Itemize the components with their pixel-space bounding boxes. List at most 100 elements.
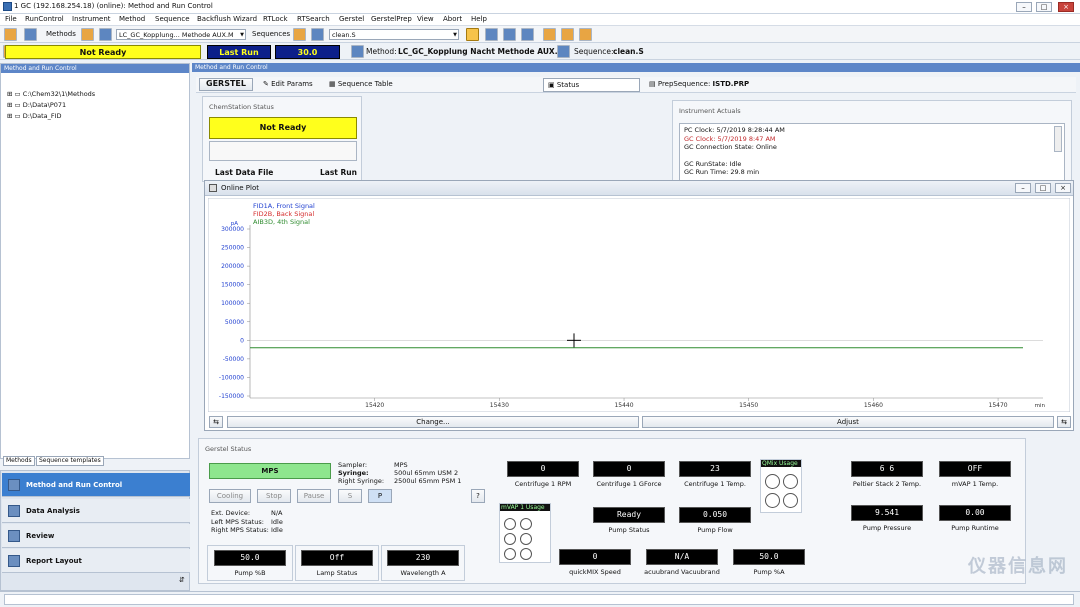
tab-sequence-templates[interactable]: Sequence templates bbox=[36, 456, 104, 466]
menu-runcontrol[interactable]: RunControl bbox=[25, 15, 64, 23]
menu-backflush-wizard[interactable]: Backflush Wizard bbox=[197, 15, 257, 23]
right-mps-label: Right MPS Status: bbox=[211, 526, 269, 534]
scroll-left-button[interactable]: ⇆ bbox=[209, 416, 223, 428]
sequence-table-button[interactable]: ▦ Sequence Table bbox=[329, 80, 393, 88]
menu-gerstel[interactable]: Gerstel bbox=[339, 15, 364, 23]
open-sequence-icon[interactable] bbox=[293, 28, 306, 41]
cooling-button[interactable]: Cooling bbox=[209, 489, 251, 503]
chevron-down-icon: ▼ bbox=[240, 32, 244, 38]
navigation-pane: Method and Run Control ⊞ ▭ C:\Chem32\1\M… bbox=[0, 63, 190, 459]
plot-maximize-button[interactable]: □ bbox=[1035, 183, 1051, 193]
gauge-wavelength: 230 Wavelength A bbox=[381, 545, 465, 581]
open-method-icon[interactable] bbox=[81, 28, 94, 41]
instrument-icon[interactable] bbox=[4, 28, 17, 41]
menu-abort[interactable]: Abort bbox=[443, 15, 462, 23]
report-icon[interactable] bbox=[543, 28, 556, 41]
qmix-usage-label: QMix Usage bbox=[761, 460, 801, 467]
expand-icon[interactable]: ⇵ bbox=[179, 576, 185, 584]
menu-gerstelprep[interactable]: GerstelPrep bbox=[371, 15, 412, 23]
status-tab[interactable]: ▣ Status bbox=[543, 78, 640, 92]
maximize-button[interactable]: □ bbox=[1036, 2, 1052, 12]
toolbar: Methods LC_GC_Kopplung... Methode AUX.M ▼… bbox=[0, 26, 1080, 43]
left-mps-value: Idle bbox=[271, 517, 283, 526]
menu-help[interactable]: Help bbox=[471, 15, 487, 23]
save-method-icon[interactable] bbox=[99, 28, 112, 41]
mps-status: MPS bbox=[209, 463, 331, 479]
prep-sequence: ▤ PrepSequence: ISTD.PRP bbox=[649, 80, 750, 88]
y-tick-label: 250000 bbox=[221, 245, 244, 252]
plot-area[interactable]: FID1A, Front Signal FID2B, Back Signal A… bbox=[208, 198, 1070, 412]
ext-device-label: Ext. Device: bbox=[211, 509, 251, 517]
review-icon bbox=[8, 530, 20, 542]
minimize-button[interactable]: – bbox=[1016, 2, 1032, 12]
gerstel-button[interactable]: GERSTEL bbox=[199, 78, 253, 91]
menu-rtsearch[interactable]: RTSearch bbox=[297, 15, 330, 23]
scroll-right-button[interactable]: ⇆ bbox=[1057, 416, 1071, 428]
nav-data-analysis[interactable]: Data Analysis bbox=[2, 499, 190, 523]
help-button[interactable]: ? bbox=[471, 489, 485, 503]
device-labels: Ext. Device: Left MPS Status: Right MPS … bbox=[211, 509, 269, 535]
y-tick-label: -150000 bbox=[219, 393, 244, 400]
gauge-label: Pump Runtime bbox=[951, 524, 999, 532]
gc-run-time: GC Run Time: 29.8 min bbox=[684, 168, 760, 176]
nav-method-and-run-control[interactable]: Method and Run Control bbox=[2, 473, 190, 497]
mps-info: Sampler: Syringe: Right Syringe: bbox=[338, 461, 384, 485]
adjust-button[interactable]: Adjust bbox=[642, 416, 1054, 428]
help-icon[interactable] bbox=[579, 28, 592, 41]
last-run-label: Last Run bbox=[207, 45, 271, 59]
p-button[interactable]: P bbox=[368, 489, 392, 503]
legend-aib3d: AIB3D, 4th Signal bbox=[253, 218, 310, 226]
nav-report-layout[interactable]: Report Layout bbox=[2, 549, 190, 573]
syringe-value: 500ul 65mm USM 2 bbox=[394, 469, 459, 477]
x-tick-label: 15460 bbox=[864, 402, 883, 409]
legend-fid2b: FID2B, Back Signal bbox=[253, 210, 314, 218]
save-sequence-icon[interactable] bbox=[311, 28, 324, 41]
s-button[interactable]: S bbox=[338, 489, 362, 503]
pc-clock: PC Clock: 5/7/2019 8:28:44 AM bbox=[684, 126, 785, 134]
tree-item-data-p071[interactable]: ⊞ ▭ D:\Data\P071 bbox=[7, 101, 66, 109]
x-tick-label: 15470 bbox=[989, 402, 1008, 409]
change-button[interactable]: Change... bbox=[227, 416, 639, 428]
right-mps-value: Idle bbox=[271, 526, 283, 534]
print-icon[interactable] bbox=[561, 28, 574, 41]
methods-label: Methods bbox=[46, 30, 76, 38]
plot-minimize-button[interactable]: – bbox=[1015, 183, 1031, 193]
sequence-select[interactable]: clean.S ▼ bbox=[329, 29, 459, 40]
menu-sequence[interactable]: Sequence bbox=[155, 15, 190, 23]
online-plot-window: Online Plot – □ × FID1A, Front Signal FI… bbox=[204, 180, 1074, 431]
close-button[interactable]: × bbox=[1058, 2, 1074, 12]
plot-close-button[interactable]: × bbox=[1055, 183, 1071, 193]
pause-button[interactable]: Pause bbox=[297, 489, 331, 503]
tree-item-data-fid[interactable]: ⊞ ▭ D:\Data_FID bbox=[7, 112, 62, 120]
panel-icon[interactable] bbox=[24, 28, 37, 41]
navigation-buttons: Method and Run Control Data Analysis Rev… bbox=[0, 470, 190, 591]
ext-device-value: N/A bbox=[271, 509, 283, 517]
run-method-icon[interactable] bbox=[466, 28, 479, 41]
gauge-value: 0 bbox=[507, 461, 579, 477]
menu-rtlock[interactable]: RTLock bbox=[263, 15, 288, 23]
usage-slot bbox=[520, 548, 532, 560]
status-row: Not Ready Last Run 30.0 Method: LC_GC_Ko… bbox=[0, 43, 1080, 60]
stop-button[interactable]: Stop bbox=[257, 489, 291, 503]
nav-review[interactable]: Review bbox=[2, 524, 190, 548]
chemstation-status-panel: ChemStation Status Not Ready Last Data F… bbox=[202, 96, 362, 182]
chemstation-status: Not Ready bbox=[209, 117, 357, 139]
scrollbar[interactable] bbox=[1054, 126, 1062, 152]
tab-methods[interactable]: Methods bbox=[3, 456, 35, 466]
usage-slot bbox=[783, 493, 798, 508]
view-icon[interactable] bbox=[503, 28, 516, 41]
edit-params-button[interactable]: ✎ Edit Params bbox=[263, 80, 313, 88]
gauge-value: 0.050 bbox=[679, 507, 751, 523]
gauge-label: Pump Status bbox=[608, 526, 650, 534]
method-select[interactable]: LC_GC_Kopplung... Methode AUX.M ▼ bbox=[116, 29, 246, 40]
menu-view[interactable]: View bbox=[417, 15, 434, 23]
tree-item-methods[interactable]: ⊞ ▭ C:\Chem32\1\Methods bbox=[7, 90, 95, 98]
pane-title: Method and Run Control bbox=[1, 64, 189, 73]
gauge-value: 9.541 bbox=[851, 505, 923, 521]
menu-instrument[interactable]: Instrument bbox=[72, 15, 111, 23]
layout-icon[interactable] bbox=[521, 28, 534, 41]
start-sequence-icon[interactable] bbox=[485, 28, 498, 41]
menu-file[interactable]: File bbox=[5, 15, 17, 23]
menu-method[interactable]: Method bbox=[119, 15, 145, 23]
gauge-value: 50.0 bbox=[214, 550, 286, 566]
